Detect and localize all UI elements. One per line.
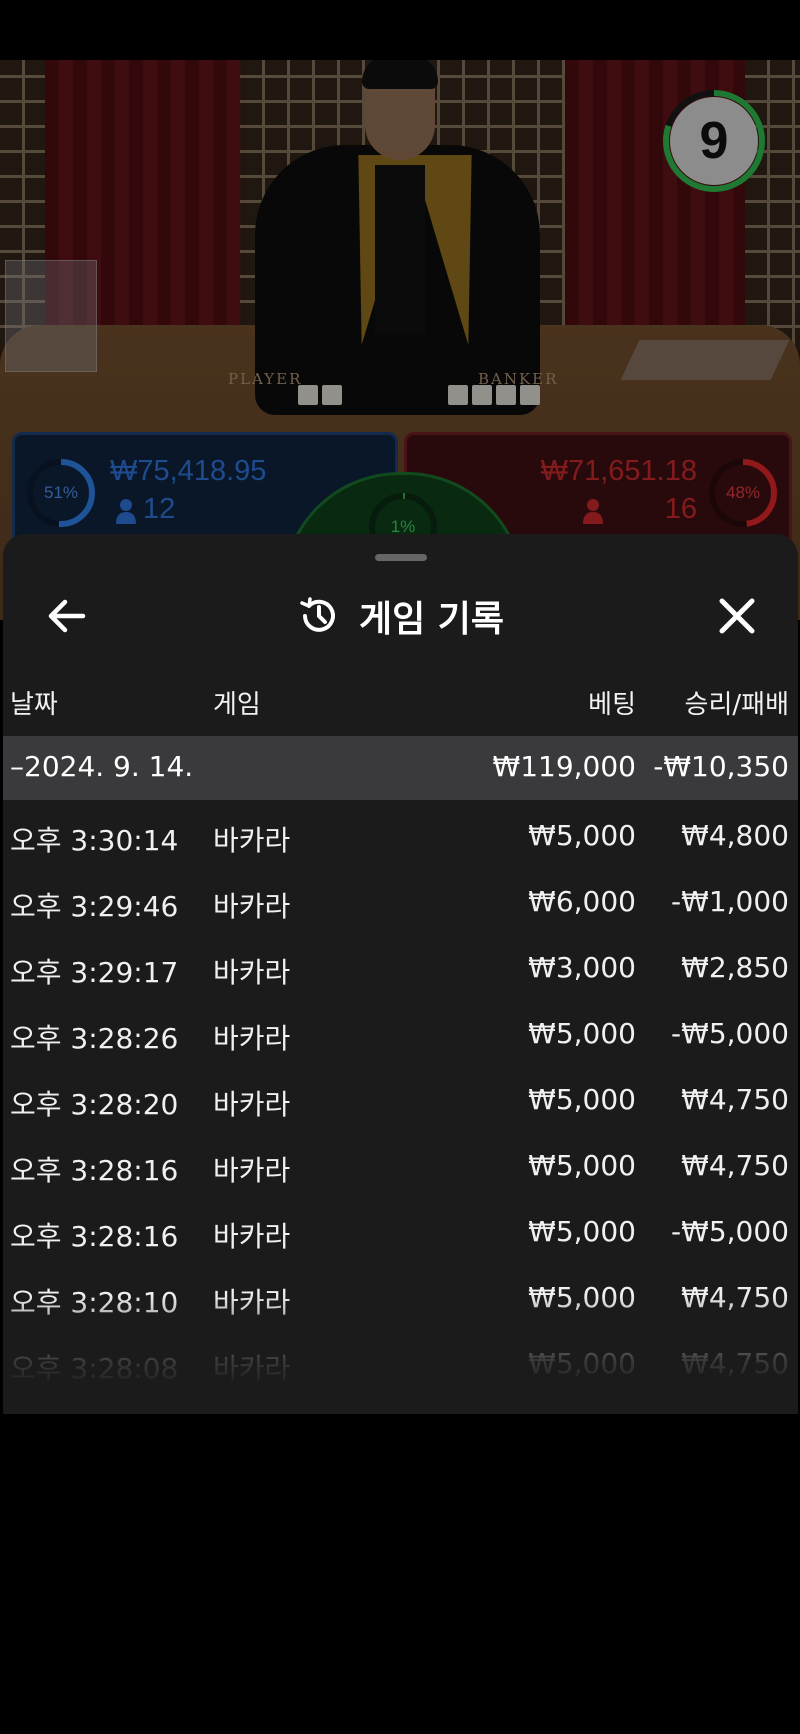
row-time: 오후 3:28:08 xyxy=(10,1352,179,1385)
row-win-loss: ₩4,750 xyxy=(681,1347,789,1380)
close-icon xyxy=(719,598,755,634)
history-row[interactable]: 오후 3:28:20 바카라 ₩5,000 ₩4,750 xyxy=(3,1064,798,1130)
row-game: 바카라 xyxy=(213,1154,291,1187)
row-game: 바카라 xyxy=(213,890,291,923)
date-group-label: –2024. 9. 14. xyxy=(10,750,194,783)
column-header-bet: 베팅 xyxy=(588,690,636,720)
row-time: 오후 3:29:17 xyxy=(10,956,179,989)
row-bet: ₩5,000 xyxy=(528,1347,636,1380)
sheet-header: 게임 기록 xyxy=(3,584,798,648)
row-bet: ₩5,000 xyxy=(528,1083,636,1116)
column-header-date: 날짜 xyxy=(10,690,58,720)
row-win-loss: ₩4,750 xyxy=(681,1083,789,1116)
row-game: 바카라 xyxy=(213,1286,291,1319)
sheet-title: 게임 기록 xyxy=(358,599,504,640)
row-bet: ₩5,000 xyxy=(528,1017,636,1050)
row-win-loss: -₩5,000 xyxy=(671,1215,789,1248)
game-history-sheet: 게임 기록 날짜 게임 베팅 승리/패배 –2024. 9. 14. ₩119,… xyxy=(3,534,798,1414)
row-bet: ₩6,000 xyxy=(528,885,636,918)
row-time: 오후 3:28:16 xyxy=(10,1220,179,1253)
row-win-loss: -₩5,000 xyxy=(671,1017,789,1050)
row-win-loss: ₩4,750 xyxy=(681,1149,789,1182)
row-win-loss: ₩2,850 xyxy=(681,951,789,984)
close-button[interactable] xyxy=(709,588,765,644)
row-win-loss: -₩1,000 xyxy=(671,885,789,918)
row-time: 오후 3:28:10 xyxy=(10,1286,179,1319)
row-bet: ₩5,000 xyxy=(528,1215,636,1248)
row-game: 바카라 xyxy=(213,956,291,989)
row-time: 오후 3:29:46 xyxy=(10,890,179,923)
row-game: 바카라 xyxy=(213,1220,291,1253)
row-bet: ₩5,000 xyxy=(528,1281,636,1314)
row-win-loss: ₩4,800 xyxy=(681,819,789,852)
row-game: 바카라 xyxy=(213,1088,291,1121)
row-game: 바카라 xyxy=(213,1352,291,1385)
history-row[interactable]: 오후 3:28:26 바카라 ₩5,000 -₩5,000 xyxy=(3,998,798,1064)
history-row[interactable]: 오후 3:28:08 바카라 ₩5,000 ₩4,750 xyxy=(3,1328,798,1394)
row-time: 오후 3:28:26 xyxy=(10,1022,179,1055)
row-game: 바카라 xyxy=(213,1022,291,1055)
date-group-bet-total: ₩119,000 xyxy=(492,750,636,783)
row-bet: ₩3,000 xyxy=(528,951,636,984)
drag-handle[interactable] xyxy=(375,554,427,561)
history-row[interactable]: 오후 3:29:46 바카라 ₩6,000 -₩1,000 xyxy=(3,866,798,932)
column-header-game: 게임 xyxy=(213,690,261,720)
history-row[interactable]: 오후 3:28:16 바카라 ₩5,000 ₩4,750 xyxy=(3,1130,798,1196)
history-clock-icon xyxy=(300,597,335,632)
row-game: 바카라 xyxy=(213,824,291,857)
row-time: 오후 3:28:20 xyxy=(10,1088,179,1121)
column-header-win-loss: 승리/패배 xyxy=(684,690,789,720)
history-row[interactable]: 오후 3:28:16 바카라 ₩5,000 -₩5,000 xyxy=(3,1196,798,1262)
history-row[interactable]: 오후 3:30:14 바카라 ₩5,000 ₩4,800 xyxy=(3,800,798,866)
row-bet: ₩5,000 xyxy=(528,1149,636,1182)
history-list: 오후 3:30:14 바카라 ₩5,000 ₩4,800 오후 3:29:46 바카라 ₩6… xyxy=(3,800,798,1394)
row-win-loss: ₩4,750 xyxy=(681,1281,789,1314)
date-group-win-loss-total: -₩10,350 xyxy=(653,750,789,783)
history-row[interactable]: 오후 3:29:17 바카라 ₩3,000 ₩2,850 xyxy=(3,932,798,998)
table-header: 날짜 게임 베팅 승리/패배 xyxy=(3,664,798,736)
date-group-row[interactable]: –2024. 9. 14. ₩119,000 -₩10,350 xyxy=(3,736,798,800)
history-row[interactable]: 오후 3:28:10 바카라 ₩5,000 ₩4,750 xyxy=(3,1262,798,1328)
row-bet: ₩5,000 xyxy=(528,819,636,852)
row-time: 오후 3:28:16 xyxy=(10,1154,179,1187)
row-time: 오후 3:30:14 xyxy=(10,824,179,857)
